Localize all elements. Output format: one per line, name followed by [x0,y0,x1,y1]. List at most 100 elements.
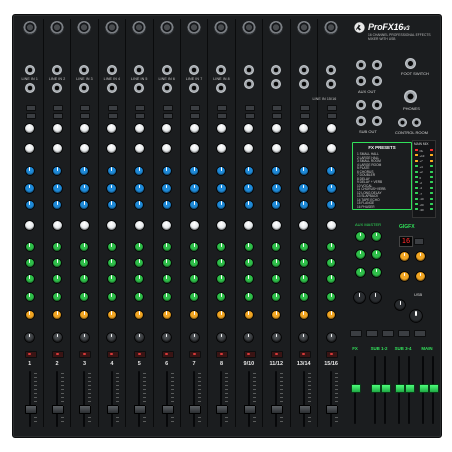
fx-knob[interactable] [80,311,89,319]
fx-knob[interactable] [25,311,34,319]
sub-out-jack[interactable] [372,116,382,126]
freq-knob[interactable] [135,201,144,209]
aux-4-knob[interactable] [244,293,253,301]
low-cut-button[interactable] [135,113,146,119]
channel-fader[interactable] [216,405,229,414]
aux-1-knob[interactable] [107,243,116,251]
control-room-right-jack[interactable] [412,118,421,127]
channel-fader[interactable] [271,405,284,414]
aux-4-knob[interactable] [135,293,144,301]
aux-2-knob[interactable] [217,259,226,267]
pan-knob[interactable] [216,333,226,342]
gain-knob[interactable] [25,124,35,133]
sub-out-jack[interactable] [356,116,366,126]
line-input-left-jack[interactable] [298,65,309,75]
mic-input-xlr[interactable] [241,21,256,35]
low-eq-knob[interactable] [216,221,226,230]
aux-master-knob[interactable] [372,250,381,259]
mute-button[interactable] [161,351,174,358]
pan-knob[interactable] [271,333,281,342]
line-input-right-jack[interactable] [298,79,309,89]
gain-knob[interactable] [271,124,281,133]
gain-knob[interactable] [107,124,117,133]
mid-eq-knob[interactable] [271,184,281,193]
phantom-button[interactable] [190,105,201,111]
mid-eq-knob[interactable] [326,184,336,193]
aux-2-knob[interactable] [135,259,144,267]
phantom-button[interactable] [80,105,91,111]
freq-knob[interactable] [190,201,199,209]
aux-3-knob[interactable] [327,275,336,283]
line-input-jack[interactable] [134,65,145,75]
freq-knob[interactable] [327,201,336,209]
mid-eq-knob[interactable] [299,184,309,193]
low-eq-knob[interactable] [299,221,309,230]
line-input-jack[interactable] [216,65,227,75]
aux-4-knob[interactable] [190,293,199,301]
aux-1-knob[interactable] [190,243,199,251]
phones-level-knob[interactable] [354,292,365,303]
fx-knob[interactable] [327,311,336,319]
assign-button[interactable] [366,330,378,337]
aux-1-knob[interactable] [299,243,308,251]
mic-input-xlr[interactable] [104,21,119,35]
bus-fader[interactable] [371,384,381,393]
aux-1-knob[interactable] [25,243,34,251]
aux-2-knob[interactable] [272,259,281,267]
comp-knob[interactable] [79,144,89,153]
low-cut-button[interactable] [190,113,201,119]
hi-eq-knob[interactable] [162,167,171,175]
channel-fader[interactable] [52,405,65,414]
mute-button[interactable] [106,351,119,358]
hi-eq-knob[interactable] [217,167,226,175]
insert-jack[interactable] [24,83,35,93]
line-input-jack[interactable] [189,65,200,75]
comp-knob[interactable] [162,144,172,153]
aux-2-knob[interactable] [53,259,62,267]
freq-knob[interactable] [217,201,226,209]
freq-knob[interactable] [299,201,308,209]
hi-eq-knob[interactable] [107,167,116,175]
channel-fader[interactable] [106,405,119,414]
aux-1-knob[interactable] [80,243,89,251]
fx-knob[interactable] [107,311,116,319]
comp-knob[interactable] [52,144,62,153]
phantom-button[interactable] [217,105,228,111]
aux-3-knob[interactable] [162,275,171,283]
gain-knob[interactable] [326,124,336,133]
mute-button[interactable] [24,351,37,358]
fx-knob[interactable] [162,311,171,319]
aux-1-knob[interactable] [135,243,144,251]
mute-button[interactable] [298,351,311,358]
aux-3-knob[interactable] [107,275,116,283]
pan-knob[interactable] [189,333,199,342]
insert-jack[interactable] [216,83,227,93]
low-eq-knob[interactable] [52,221,62,230]
low-eq-knob[interactable] [326,221,336,230]
fx-knob[interactable] [190,311,199,319]
fx-knob[interactable] [244,311,253,319]
hi-eq-knob[interactable] [327,167,336,175]
fx-knob[interactable] [53,311,62,319]
aux-out-jack[interactable] [356,76,366,86]
low-eq-knob[interactable] [189,221,199,230]
phantom-button[interactable] [107,105,118,111]
channel-fader[interactable] [134,405,147,414]
line-input-jack[interactable] [161,65,172,75]
fx-control-knob[interactable] [400,272,409,281]
mid-eq-knob[interactable] [216,184,226,193]
insert-jack[interactable] [189,83,200,93]
assign-button[interactable] [414,330,426,337]
freq-knob[interactable] [80,201,89,209]
bus-fader[interactable] [395,384,405,393]
phones-jack[interactable] [404,90,417,103]
phantom-button[interactable] [299,105,310,111]
mid-eq-knob[interactable] [107,184,117,193]
freq-knob[interactable] [272,201,281,209]
aux-4-knob[interactable] [53,293,62,301]
gain-knob[interactable] [79,124,89,133]
gain-knob[interactable] [189,124,199,133]
line-input-jack[interactable] [24,65,35,75]
mid-eq-knob[interactable] [244,184,254,193]
pan-knob[interactable] [79,333,89,342]
